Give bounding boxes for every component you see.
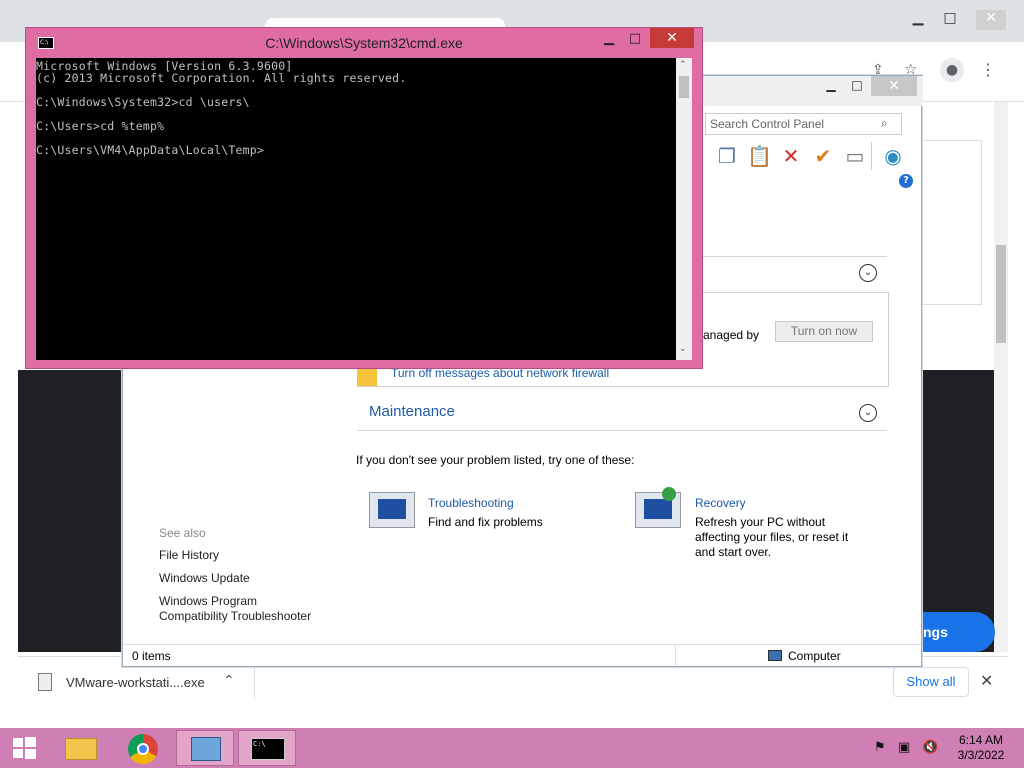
console-line: C:\Users>cd %temp% [36, 119, 165, 133]
status-bar: 0 items Computer [123, 644, 921, 666]
console-scrollbar-thumb[interactable] [679, 76, 689, 98]
see-also-heading: See also [159, 526, 206, 540]
turn-on-now-button[interactable]: Turn on now [775, 321, 873, 342]
taskbar: C:\ ⚑ ▣ 🔇 6:14 AM 3/3/2022 [0, 728, 1024, 768]
search-icon[interactable]: ⌕ [881, 116, 888, 131]
folder-icon [65, 738, 97, 760]
status-location: Computer [788, 649, 841, 663]
clock-time: 6:14 AM [958, 733, 1004, 747]
globe-icon[interactable]: ◉ [881, 144, 905, 168]
chrome-icon [128, 734, 158, 764]
maximize-icon[interactable]: □ [622, 31, 648, 49]
console-output[interactable]: Microsoft Windows [Version 6.3.9600] (c)… [36, 58, 692, 360]
section-divider [357, 430, 887, 431]
troubleshooting-icon[interactable] [369, 492, 415, 528]
maximize-icon[interactable]: □ [934, 10, 966, 30]
recovery-desc-1: Refresh your PC without [695, 515, 826, 529]
download-filename[interactable]: VMware-workstati....exe [66, 675, 205, 690]
console-scrollbar[interactable]: ⌃ ⌄ [676, 58, 692, 360]
maintenance-heading[interactable]: Maintenance [369, 403, 455, 420]
delete-icon[interactable]: ✕ [779, 144, 803, 168]
volume-icon[interactable]: 🔇 [922, 740, 938, 755]
managed-text: anaged by [703, 328, 760, 342]
warning-flag-icon [357, 366, 377, 386]
recovery-link[interactable]: Recovery [695, 496, 746, 510]
search-input[interactable]: Search Control Panel [705, 113, 902, 135]
troubleshooting-desc: Find and fix problems [428, 515, 543, 529]
windows-logo-icon [13, 737, 36, 759]
copy-icon[interactable]: ❐ [715, 144, 739, 168]
status-divider [675, 645, 676, 666]
scroll-down-icon[interactable]: ⌄ [679, 344, 687, 354]
item-count: 0 items [132, 649, 171, 663]
problem-text: If you don't see your problem listed, tr… [356, 453, 635, 467]
menu-dots-icon[interactable]: ⋮ [980, 60, 996, 79]
minimize-icon[interactable]: ▁ [902, 10, 934, 30]
clock-date: 3/3/2022 [957, 748, 1005, 762]
start-button[interactable] [0, 730, 48, 766]
control-panel-button[interactable] [176, 730, 234, 766]
file-icon [38, 673, 52, 691]
console-line: C:\Users\VM4\AppData\Local\Temp> [36, 143, 264, 157]
page-panel [920, 140, 982, 305]
windows-update-link[interactable]: Windows Update [159, 571, 250, 586]
chrome-button[interactable] [114, 730, 172, 766]
chevron-down-icon[interactable]: ⌄ [859, 404, 877, 422]
recovery-desc-3: and start over. [695, 545, 772, 559]
cmd-taskbar-button[interactable]: C:\ [238, 730, 296, 766]
file-history-link[interactable]: File History [159, 548, 219, 563]
console-line: (c) 2013 Microsoft Corporation. All righ… [36, 71, 407, 85]
cmd-window: C:\ C:\Windows\System32\cmd.exe ▁ □ ✕ Mi… [25, 27, 703, 369]
clock[interactable]: 6:14 AM 3/3/2022 [950, 733, 1012, 763]
compat-link-line-2[interactable]: Compatibility Troubleshooter [159, 609, 311, 624]
close-icon[interactable]: ✕ [976, 10, 1006, 30]
toolbar-divider [871, 142, 872, 170]
profile-icon[interactable]: ● [940, 58, 964, 82]
minimize-icon[interactable]: ▁ [596, 31, 622, 49]
check-icon[interactable]: ✔ [811, 144, 835, 168]
compat-link-line-1[interactable]: Windows Program [159, 594, 257, 609]
control-panel-icon [191, 737, 221, 761]
close-icon[interactable]: ✕ [871, 76, 917, 96]
cmd-icon: C:\ [251, 738, 285, 760]
divider [254, 667, 255, 699]
scroll-up-icon[interactable]: ⌃ [679, 60, 687, 70]
file-explorer-button[interactable] [53, 730, 111, 766]
help-icon[interactable]: ? [899, 174, 913, 188]
recovery-icon[interactable] [635, 487, 681, 528]
console-line: C:\Windows\System32>cd \users\ [36, 95, 250, 109]
show-all-button[interactable]: Show all [893, 667, 969, 697]
network-icon[interactable]: ▣ [898, 740, 910, 755]
minimize-icon[interactable]: ▁ [817, 78, 845, 98]
close-icon[interactable]: ✕ [980, 671, 993, 690]
page-scrollbar[interactable] [994, 102, 1008, 652]
flag-icon[interactable]: ⚑ [874, 740, 886, 755]
chevron-up-icon[interactable]: ⌃ [223, 673, 235, 689]
page-scrollbar-thumb[interactable] [996, 245, 1006, 343]
maximize-icon[interactable]: □ [843, 78, 871, 98]
paste-icon[interactable]: 📋 [747, 144, 772, 168]
properties-icon[interactable]: ▭ [843, 144, 867, 168]
close-icon[interactable]: ✕ [650, 28, 694, 48]
computer-icon [768, 650, 782, 661]
recovery-desc-2: affecting your files, or reset it [695, 530, 849, 544]
chevron-down-icon[interactable]: ⌄ [859, 264, 877, 282]
troubleshooting-link[interactable]: Troubleshooting [428, 496, 514, 510]
